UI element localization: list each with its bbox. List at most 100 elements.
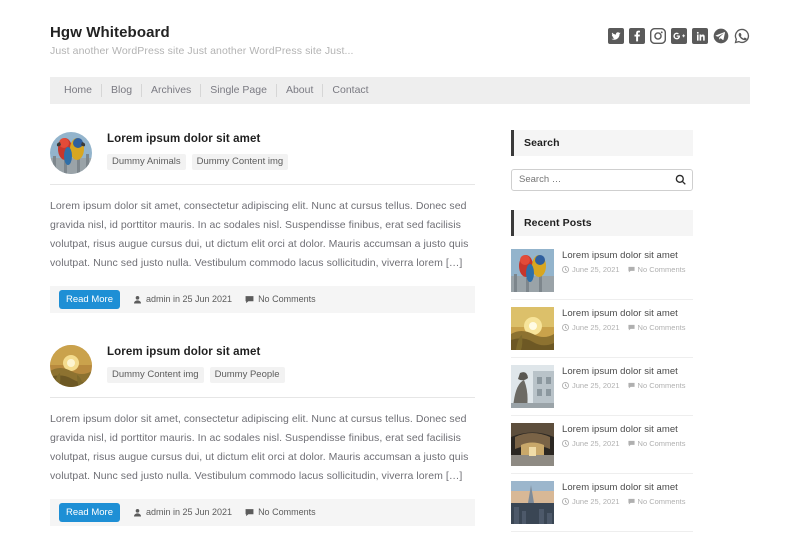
nav-item-archives[interactable]: Archives bbox=[142, 83, 202, 97]
post-comments-meta[interactable]: No Comments bbox=[245, 507, 316, 517]
post-title[interactable]: Lorem ipsum dolor sit amet bbox=[107, 132, 475, 147]
recent-post-title[interactable]: Lorem ipsum dolor sit amet bbox=[562, 250, 693, 262]
search-input[interactable] bbox=[511, 168, 693, 191]
facebook-icon[interactable] bbox=[629, 28, 645, 44]
recent-post-date-text: June 25, 2021 bbox=[572, 496, 620, 506]
instagram-icon[interactable] bbox=[650, 28, 666, 44]
post-tags: Dummy Content img Dummy People bbox=[107, 366, 475, 383]
widget-title-bar: Recent Posts bbox=[511, 209, 693, 236]
comment-icon bbox=[627, 440, 635, 446]
read-more-button[interactable]: Read More bbox=[59, 289, 120, 309]
post-list: Lorem ipsum dolor sit amet Dummy Animals… bbox=[50, 130, 475, 539]
recent-thumbnail-sunset[interactable] bbox=[511, 306, 554, 350]
recent-post-comments-text: No Comments bbox=[637, 322, 686, 332]
post-comments-meta[interactable]: No Comments bbox=[245, 294, 316, 304]
recent-thumbnail-hall[interactable] bbox=[511, 422, 554, 466]
site-title[interactable]: Hgw Whiteboard bbox=[50, 24, 354, 42]
recent-post-comments: No Comments bbox=[627, 438, 686, 448]
post-author-text: admin in 25 Jun 2021 bbox=[146, 294, 233, 305]
post-header-text: Lorem ipsum dolor sit amet Dummy Content… bbox=[107, 343, 475, 383]
list-item[interactable]: Lorem ipsum dolor sit amet June 25, 2021… bbox=[511, 474, 693, 532]
recent-thumbnail-street[interactable] bbox=[511, 364, 554, 408]
search-widget: Search bbox=[511, 129, 693, 191]
post-tag[interactable]: Dummy Animals bbox=[107, 153, 186, 170]
recent-post-date: June 25, 2021 bbox=[562, 439, 620, 448]
post-excerpt: Lorem ipsum dolor sit amet, consectetur … bbox=[50, 412, 469, 482]
recent-text: Lorem ipsum dolor sit amet June 25, 2021… bbox=[562, 307, 693, 332]
recent-post-comments: No Comments bbox=[627, 381, 685, 390]
list-item[interactable]: Lorem ipsum dolor sit amet June 25, 2021… bbox=[511, 242, 693, 300]
telegram-icon[interactable] bbox=[713, 28, 729, 44]
sidebar: Search Recent Posts bbox=[511, 129, 693, 539]
nav-item-about[interactable]: About bbox=[277, 83, 324, 97]
googleplus-icon[interactable] bbox=[671, 28, 687, 44]
list-item[interactable]: Lorem ipsum dolor sit amet June 25, 2021… bbox=[511, 416, 693, 474]
recent-post-comments: No Comments bbox=[627, 496, 686, 506]
recent-text: Lorem ipsum dolor sit amet June 25, 2021… bbox=[562, 249, 693, 274]
recent-post-meta: June 25, 2021 No Comments bbox=[562, 323, 693, 332]
recent-post-comments-text: No Comments bbox=[637, 496, 686, 506]
search-icon bbox=[675, 174, 686, 185]
site-branding: Hgw Whiteboard Just another WordPress si… bbox=[50, 22, 354, 59]
post-meta: Read More admin in 25 Jun 2021 No Commen… bbox=[50, 498, 475, 526]
recent-post-comments-text: No Comments bbox=[637, 438, 686, 448]
recent-post-meta: June 25, 2021 No Comments bbox=[562, 265, 693, 274]
post-thumbnail-parrots[interactable] bbox=[50, 131, 92, 174]
linkedin-icon[interactable] bbox=[692, 28, 708, 44]
comment-icon bbox=[245, 295, 254, 303]
post-header: Lorem ipsum dolor sit amet Dummy Animals… bbox=[50, 130, 475, 174]
post-comments-text: No Comments bbox=[258, 294, 316, 305]
clock-icon bbox=[562, 323, 569, 331]
recent-text: Lorem ipsum dolor sit amet June 25, 2021… bbox=[562, 365, 693, 390]
list-item[interactable]: Lorem ipsum dolor sit amet June 25, 2021… bbox=[511, 358, 693, 416]
widget-title-search: Search bbox=[524, 136, 560, 149]
recent-post-date: June 25, 2021 bbox=[562, 381, 620, 390]
post-divider bbox=[50, 396, 475, 398]
recent-post-meta: June 25, 2021 No Comments bbox=[562, 381, 693, 390]
post-author-meta[interactable]: admin in 25 Jun 2021 bbox=[133, 507, 232, 517]
post-header-text: Lorem ipsum dolor sit amet Dummy Animals… bbox=[107, 130, 475, 170]
recent-post-title[interactable]: Lorem ipsum dolor sit amet bbox=[562, 366, 693, 378]
social-links bbox=[608, 22, 750, 44]
comment-icon bbox=[627, 498, 635, 504]
recent-post-date-text: June 25, 2021 bbox=[572, 322, 620, 332]
post-item: Lorem ipsum dolor sit amet Dummy Animals… bbox=[50, 130, 475, 313]
clock-icon bbox=[562, 381, 569, 389]
post-author-meta[interactable]: admin in 25 Jun 2021 bbox=[133, 294, 232, 304]
post-thumbnail-sunset[interactable] bbox=[50, 344, 92, 387]
whatsapp-icon[interactable] bbox=[734, 28, 750, 44]
nav-item-single-page[interactable]: Single Page bbox=[201, 83, 277, 97]
comment-icon bbox=[627, 382, 635, 388]
post-excerpt: Lorem ipsum dolor sit amet, consectetur … bbox=[50, 199, 469, 269]
post-title[interactable]: Lorem ipsum dolor sit amet bbox=[107, 345, 475, 360]
recent-post-title[interactable]: Lorem ipsum dolor sit amet bbox=[562, 308, 693, 320]
post-meta: Read More admin in 25 Jun 2021 No Commen… bbox=[50, 285, 475, 313]
recent-post-title[interactable]: Lorem ipsum dolor sit amet bbox=[562, 482, 693, 494]
widget-title-bar: Search bbox=[511, 129, 693, 156]
search-submit-button[interactable] bbox=[672, 169, 688, 191]
nav-item-contact[interactable]: Contact bbox=[323, 84, 377, 97]
list-item[interactable]: Lorem ipsum dolor sit amet June 25, 2021… bbox=[511, 300, 693, 358]
site-header: Hgw Whiteboard Just another WordPress si… bbox=[0, 0, 800, 59]
recent-text: Lorem ipsum dolor sit amet June 25, 2021… bbox=[562, 481, 693, 506]
recent-post-meta: June 25, 2021 No Comments bbox=[562, 497, 693, 506]
nav-item-home[interactable]: Home bbox=[62, 83, 103, 97]
recent-post-meta: June 25, 2021 No Comments bbox=[562, 439, 693, 448]
post-item: Lorem ipsum dolor sit amet Dummy Content… bbox=[50, 343, 475, 526]
recent-thumbnail-parrots[interactable] bbox=[511, 248, 554, 292]
read-more-button[interactable]: Read More bbox=[59, 502, 120, 522]
post-tag[interactable]: Dummy Content img bbox=[107, 366, 204, 383]
post-tag[interactable]: Dummy Content img bbox=[191, 153, 289, 170]
post-header: Lorem ipsum dolor sit amet Dummy Content… bbox=[50, 343, 475, 387]
page-root: Hgw Whiteboard Just another WordPress si… bbox=[0, 0, 800, 539]
clock-icon bbox=[562, 265, 569, 273]
twitter-icon[interactable] bbox=[608, 28, 624, 44]
recent-thumbnail-skyline[interactable] bbox=[511, 480, 554, 524]
post-tag[interactable]: Dummy People bbox=[209, 366, 285, 383]
nav-item-blog[interactable]: Blog bbox=[102, 83, 143, 97]
comment-icon bbox=[627, 324, 635, 330]
recent-post-title[interactable]: Lorem ipsum dolor sit amet bbox=[562, 424, 693, 436]
content-area: Lorem ipsum dolor sit amet Dummy Animals… bbox=[0, 129, 800, 539]
clock-icon bbox=[562, 497, 569, 505]
post-tags: Dummy Animals Dummy Content img bbox=[107, 153, 475, 170]
